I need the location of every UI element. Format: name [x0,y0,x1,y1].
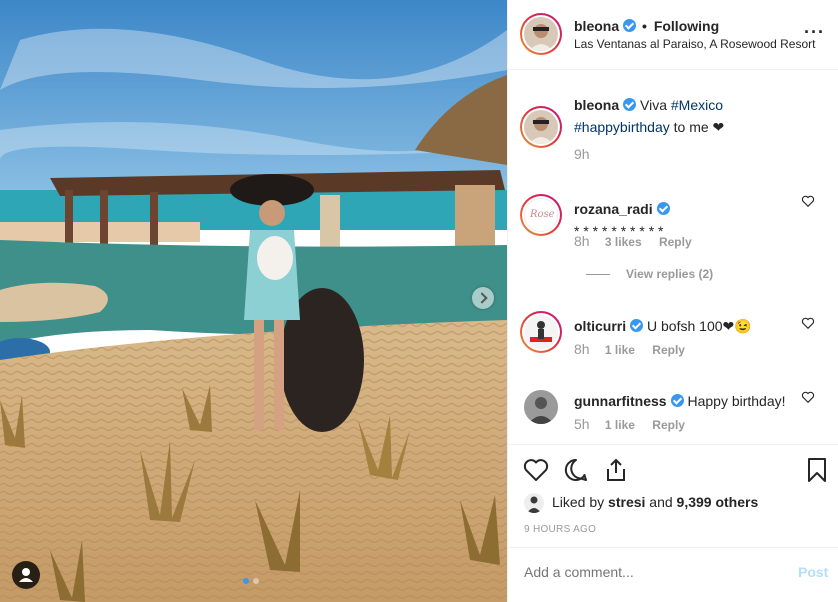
comment-reply-button[interactable]: Reply [652,418,685,432]
caption-text-before: Viva [640,97,671,113]
header-user-line: bleona • Following [574,18,719,34]
comment-text: U bofsh 100❤😉 [647,318,752,334]
share-icon[interactable] [603,457,629,483]
add-comment-input[interactable] [524,564,774,580]
more-options-button[interactable]: ··· [804,22,825,43]
caption-meta: 9h [574,146,602,162]
verified-icon [623,19,637,32]
comment-time[interactable]: 8h [574,341,590,357]
comment-meta: 8h 1 like Reply [574,341,699,357]
header-separator: • [642,18,647,34]
carousel-dots [243,578,259,584]
comment-time[interactable]: 5h [574,416,590,432]
comment-icon[interactable] [563,457,589,483]
post-timestamp[interactable]: 9 HOURS AGO [524,524,596,535]
comment-like-heart-icon[interactable] [801,316,815,330]
carousel-dot-active [243,578,249,584]
comment-username[interactable]: gunnarfitness [574,393,667,409]
caption-avatar[interactable] [520,106,562,148]
post-location[interactable]: Las Ventanas al Paraiso, A Rosewood Reso… [574,37,815,51]
comment-avatar[interactable] [520,311,562,353]
comment-text: Happy birthday! [687,393,786,409]
comment-meta: 8h 3 likes Reply [574,233,706,249]
user-tag-icon[interactable] [12,561,40,589]
author-username[interactable]: bleona [574,18,619,34]
caption-text: bleona Viva #Mexico #happybirthday to me… [574,94,804,138]
liked-by-prefix: Liked by [552,494,609,510]
comment-username[interactable]: rozana_radi [574,201,653,217]
comment-avatar-logo: Rose [530,209,555,220]
author-avatar[interactable] [520,13,562,55]
hashtag-happybirthday[interactable]: #happybirthday [574,119,670,135]
liked-by-avatar[interactable] [524,493,544,513]
post-comment-button[interactable]: Post [798,564,828,580]
next-photo-chevron-right-icon[interactable] [472,287,494,309]
comment-like-heart-icon[interactable] [801,390,815,404]
bookmark-icon[interactable] [804,457,830,483]
liked-by-count[interactable]: 9,399 others [677,494,759,510]
comment-likes[interactable]: 1 like [605,343,635,357]
post-actions: Liked by stresi and 9,399 others 9 HOURS… [508,444,838,548]
liked-by-middle: and [645,494,677,510]
view-replies-label: View replies (2) [626,267,714,281]
liked-by: Liked by stresi and 9,399 others [524,493,759,513]
verified-icon [630,319,644,332]
like-heart-icon[interactable] [523,457,549,483]
comment-avatar[interactable]: Rose [520,194,562,236]
caption-text-after: to me ❤ [669,119,725,135]
caption-time[interactable]: 9h [574,146,590,162]
liked-by-user[interactable]: stresi [608,494,645,510]
hashtag-mexico[interactable]: #Mexico [671,97,723,113]
verified-icon [623,98,637,111]
comment-username[interactable]: olticurri [574,318,626,334]
verified-icon [656,202,670,215]
post-header: bleona • Following Las Ventanas al Parai… [508,0,838,70]
comment-body: olticurri U bofsh 100❤😉 [574,315,804,337]
comment-like-heart-icon[interactable] [801,194,815,208]
comment-reply-button[interactable]: Reply [652,343,685,357]
comment-avatar[interactable] [524,390,558,424]
comment-body: gunnarfitness Happy birthday! [574,390,804,412]
verified-icon [670,394,684,407]
comment-time[interactable]: 8h [574,233,590,249]
comment-likes[interactable]: 3 likes [605,235,642,249]
comment-reply-button[interactable]: Reply [659,235,692,249]
post-sidebar: bleona • Following Las Ventanas al Parai… [507,0,838,602]
resort-photo-illustration [0,0,507,602]
comment-meta: 5h 1 like Reply [574,416,699,432]
view-replies-line [586,274,610,276]
caption-username[interactable]: bleona [574,97,619,113]
comment-likes[interactable]: 1 like [605,418,635,432]
carousel-dot [253,578,259,584]
following-button[interactable]: Following [654,18,719,34]
comments-list[interactable]: bleona Viva #Mexico #happybirthday to me… [508,71,838,444]
view-replies-button[interactable]: View replies (2) [586,267,713,281]
post-photo[interactable] [0,0,507,602]
